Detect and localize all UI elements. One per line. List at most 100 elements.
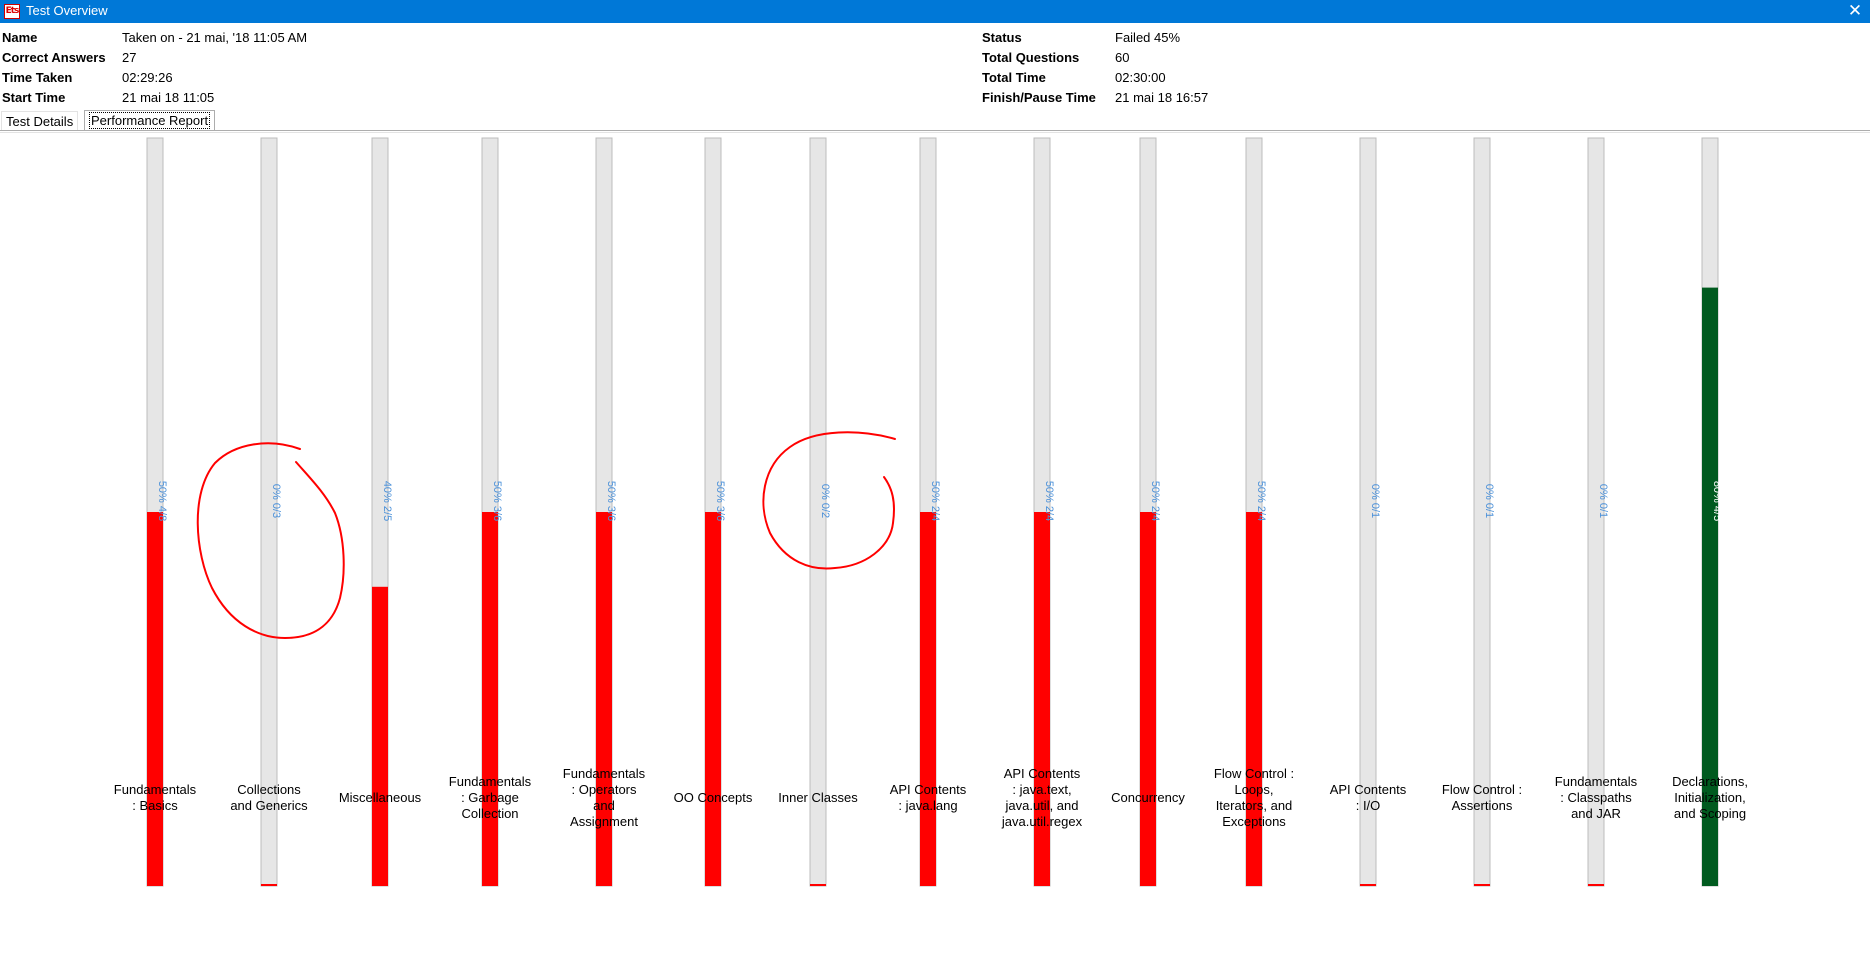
chart-category-label-line: Fundamentals bbox=[1554, 774, 1638, 789]
chart-bar bbox=[482, 512, 498, 886]
tab-strip: Test Details Performance Report bbox=[0, 110, 1870, 130]
chart-category-label-line: java.util, and bbox=[1005, 798, 1079, 813]
chart-bar bbox=[1140, 512, 1156, 886]
info-value: Failed 45% bbox=[1115, 30, 1181, 45]
chart-bar-group: 50% 3/6 bbox=[704, 137, 726, 887]
chart-category-label: Fundamentals: Operators and Assignment bbox=[544, 766, 664, 830]
info-label: Finish/Pause Time bbox=[982, 90, 1096, 105]
chart-bar-value-label: 0% 0/1 bbox=[1597, 484, 1609, 518]
chart-category-label: Inner Classes bbox=[758, 790, 878, 806]
chart-bar bbox=[372, 586, 388, 886]
chart-bar-group: 40% 2/5 bbox=[371, 137, 393, 887]
chart-category-label: API Contents: I/O bbox=[1308, 782, 1428, 814]
chart-category-label-line: java.util.regex bbox=[1001, 814, 1083, 829]
info-label: Total Time bbox=[982, 70, 1046, 85]
info-row-start-time: Start Time 21 mai 18 11:05 bbox=[2, 88, 307, 108]
chart-category-label: Declarations, Initialization, and Scoping bbox=[1650, 774, 1770, 822]
chart-category-label-line: : Classpaths bbox=[1560, 790, 1632, 805]
chart-category-label: OO Concepts bbox=[653, 790, 773, 806]
chart-bar-group: 50% 2/4 bbox=[919, 137, 941, 887]
chart-category-label-line: API Contents bbox=[1329, 782, 1407, 797]
chart-bar-value-label: 50% 3/6 bbox=[491, 481, 503, 521]
chart-category-label-line: : Garbage bbox=[461, 790, 519, 805]
chart-category-label-line: OO Concepts bbox=[673, 790, 753, 805]
info-row-name: Name Taken on - 21 mai, '18 11:05 AM bbox=[2, 28, 307, 48]
chart-category-label: Fundamentals: Garbage Collection bbox=[430, 774, 550, 822]
chart-bar bbox=[920, 512, 936, 886]
chart-bar-value-label: 50% 2/4 bbox=[929, 481, 941, 521]
tab-performance-report-label: Performance Report bbox=[89, 112, 211, 129]
performance-chart: 50% 4/8 0% 0/3 40% 2/5 50% 3/6 50% 3/6 50% 3/… bbox=[0, 132, 1870, 957]
chart-bar-value-label: 50% 2/4 bbox=[1149, 481, 1161, 521]
chart-category-label-line: Iterators, and bbox=[1215, 798, 1293, 813]
chart-bar-value-label: 40% 2/5 bbox=[381, 481, 393, 521]
info-label: Start Time bbox=[2, 90, 66, 105]
chart-category-label-line: Flow Control : bbox=[1213, 766, 1295, 781]
chart-category-label-line: Fundamentals bbox=[113, 782, 197, 797]
chart-bar bbox=[1360, 884, 1376, 886]
chart-category-label: Fundamentals: Classpaths and JAR bbox=[1536, 774, 1656, 822]
chart-category-label: API Contents: java.text, java.util, and ja… bbox=[982, 766, 1102, 830]
test-summary-right: Status Failed 45% Total Questions 60 Total… bbox=[982, 28, 1208, 108]
chart-bar-value-label: 0% 0/3 bbox=[270, 484, 282, 518]
info-row-total-time: Total Time 02:30:00 bbox=[982, 68, 1208, 88]
chart-bar bbox=[1474, 884, 1490, 886]
chart-category-label-line: : I/O bbox=[1355, 798, 1381, 813]
chart-bar bbox=[705, 512, 721, 886]
chart-category-label-line: Assignment bbox=[570, 814, 638, 829]
chart-category-label-line: : java.lang bbox=[898, 798, 958, 813]
chart-category-label-line: : Basics bbox=[132, 798, 178, 813]
performance-chart-svg: 50% 4/8 0% 0/3 40% 2/5 50% 3/6 50% 3/6 50% 3/… bbox=[146, 137, 1723, 887]
chart-category-label-line: Declarations, bbox=[1672, 774, 1748, 789]
chart-category-label-line: : Operators bbox=[571, 782, 637, 797]
info-value: 21 mai 18 11:05 bbox=[122, 90, 215, 105]
chart-bar-value-label: 50% 2/4 bbox=[1255, 481, 1267, 521]
chart-category-label: Collections and Generics bbox=[209, 782, 329, 814]
chart-category-label-line: Initialization, bbox=[1674, 790, 1746, 805]
chart-bar-value-label: 0% 0/1 bbox=[1483, 484, 1495, 518]
info-label: Status bbox=[982, 30, 1022, 45]
chart-bar-value-label: 50% 4/8 bbox=[156, 481, 168, 521]
chart-bar-group: 50% 2/4 bbox=[1139, 137, 1161, 887]
close-icon[interactable]: ✕ bbox=[1840, 0, 1870, 23]
chart-bar-value-label: 50% 3/6 bbox=[714, 481, 726, 521]
info-row-time-taken: Time Taken 02:29:26 bbox=[2, 68, 307, 88]
chart-category-label-line: Inner Classes bbox=[778, 790, 858, 805]
tab-test-details[interactable]: Test Details bbox=[1, 111, 79, 130]
chart-category-label-line: and JAR bbox=[1571, 806, 1621, 821]
chart-category-label-line: and Scoping bbox=[1673, 806, 1747, 821]
info-row-status: Status Failed 45% bbox=[982, 28, 1208, 48]
chart-category-label: Flow Control : Assertions bbox=[1422, 782, 1542, 814]
chart-category-label: Concurrency bbox=[1088, 790, 1208, 806]
app-logo-icon: Ets bbox=[4, 4, 20, 19]
chart-bar-group: 0% 0/1 bbox=[1473, 137, 1495, 887]
chart-bar bbox=[1588, 884, 1604, 886]
chart-bar-value-label: 0% 0/2 bbox=[819, 484, 831, 518]
tab-divider bbox=[0, 130, 1870, 131]
tab-performance-report[interactable]: Performance Report bbox=[84, 110, 216, 130]
chart-category-label-line: API Contents bbox=[889, 782, 967, 797]
chart-category-label: Miscellaneous bbox=[320, 790, 440, 806]
info-value: 27 bbox=[122, 50, 137, 65]
chart-bar-value-label: 50% 3/6 bbox=[605, 481, 617, 521]
info-value: Taken on - 21 mai, '18 11:05 AM bbox=[122, 30, 308, 45]
chart-category-label-line: Fundamentals bbox=[448, 774, 532, 789]
chart-bar bbox=[147, 512, 163, 886]
chart-category-label-line: Fundamentals bbox=[562, 766, 646, 781]
chart-category-label-line: Loops, bbox=[1234, 782, 1274, 797]
chart-bar-group: 0% 0/1 bbox=[1359, 137, 1381, 887]
test-summary-left: Name Taken on - 21 mai, '18 11:05 AM Corr… bbox=[2, 28, 307, 108]
window-title-bar: Ets Test Overview ✕ bbox=[0, 0, 1870, 23]
info-label: Time Taken bbox=[2, 70, 73, 85]
info-row-correct-answers: Correct Answers 27 bbox=[2, 48, 307, 68]
chart-category-label-line: : java.text, bbox=[1012, 782, 1072, 797]
chart-category-label-line: Flow Control : bbox=[1441, 782, 1523, 797]
info-value: 02:30:00 bbox=[1115, 70, 1166, 85]
window-title: Test Overview bbox=[26, 3, 108, 18]
chart-bar-group: 0% 0/3 bbox=[260, 137, 282, 887]
chart-bar-value-label: 80% 4/5 bbox=[1711, 481, 1723, 521]
info-label: Name bbox=[2, 30, 38, 45]
chart-category-label-line: and bbox=[593, 798, 615, 813]
chart-bar bbox=[261, 884, 277, 886]
info-row-total-questions: Total Questions 60 bbox=[982, 48, 1208, 68]
